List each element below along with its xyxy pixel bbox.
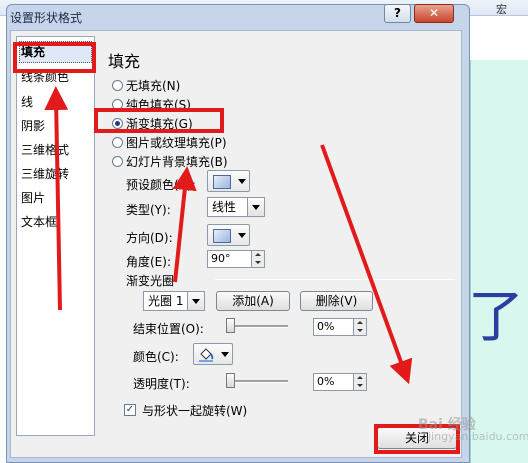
category-item-line-style[interactable]: 线 — [21, 93, 33, 111]
chevron-down-icon — [238, 233, 246, 238]
no-fill-radio[interactable] — [112, 80, 123, 91]
type-select[interactable]: 线性 — [207, 197, 265, 217]
end-position-slider[interactable] — [226, 318, 235, 333]
spin-down-icon[interactable] — [353, 327, 366, 335]
group-divider — [215, 279, 455, 280]
end-position-label: 结束位置(O): — [133, 322, 204, 336]
spin-down-icon[interactable] — [353, 382, 366, 390]
end-position-input[interactable]: 0% — [313, 318, 367, 336]
picture-fill-radio[interactable] — [112, 137, 123, 148]
gradient-stops-group-label: 渐变光圈 — [126, 274, 175, 288]
gradient-stop-select[interactable]: 光圈 1 — [143, 291, 205, 311]
category-item-3d-format[interactable]: 三维格式 — [21, 141, 69, 159]
category-item-text-box[interactable]: 文本框 — [21, 213, 57, 231]
chevron-down-icon — [187, 292, 204, 310]
color-dropdown[interactable] — [193, 343, 233, 365]
end-position-track — [226, 325, 288, 328]
category-item-3d-rotation[interactable]: 三维旋转 — [21, 165, 69, 183]
picture-fill-label[interactable]: 图片或纹理填充(P) — [126, 134, 227, 151]
rotate-with-shape-label[interactable]: 与形状一起旋转(W) — [142, 402, 247, 419]
slide-text-fragment: 了 — [468, 285, 524, 350]
end-position-value: 0% — [317, 320, 335, 333]
add-stop-button[interactable]: 添加(A) — [216, 291, 290, 311]
highlight-box-gradient-option — [94, 108, 224, 133]
transparency-label: 透明度(T): — [133, 377, 190, 391]
chevron-down-icon — [247, 198, 264, 216]
gradient-stop-value: 光圈 1 — [148, 294, 184, 308]
no-fill-label[interactable]: 无填充(N) — [126, 77, 180, 94]
direction-label: 方向(D): — [126, 231, 173, 245]
chevron-down-icon — [221, 352, 229, 357]
category-item-picture[interactable]: 图片 — [21, 189, 45, 207]
transparency-track — [226, 380, 288, 383]
preset-colors-label: 预设颜色(R): — [126, 178, 196, 192]
angle-value: 90° — [211, 252, 231, 265]
delete-stop-button[interactable]: 删除(V) — [300, 291, 373, 311]
spin-down-icon[interactable] — [251, 259, 264, 267]
angle-input[interactable]: 90° — [207, 250, 265, 268]
gradient-swatch-icon — [213, 175, 231, 189]
angle-label: 角度(E): — [126, 255, 171, 269]
paint-bucket-icon — [199, 348, 214, 362]
close-window-button[interactable]: ✕ — [414, 4, 454, 23]
ribbon-macro-label[interactable]: 宏 — [496, 1, 507, 17]
type-value: 线性 — [212, 200, 237, 214]
category-item-shadow[interactable]: 阴影 — [21, 117, 45, 135]
transparency-value: 0% — [317, 375, 335, 388]
highlight-box-fill-category — [13, 42, 96, 73]
direction-dropdown[interactable] — [207, 224, 250, 246]
slide-canvas — [470, 60, 528, 463]
watermark-url: jingyan.baidu.com — [428, 430, 528, 443]
dialog-title: 设置形状格式 — [10, 11, 83, 25]
type-label: 类型(Y): — [126, 203, 171, 217]
direction-swatch-icon — [213, 229, 231, 243]
rotate-with-shape-checkbox[interactable]: ✓ — [124, 404, 136, 416]
preset-colors-dropdown[interactable] — [207, 170, 250, 192]
background-fill-label[interactable]: 幻灯片背景填充(B) — [126, 153, 228, 170]
transparency-input[interactable]: 0% — [313, 373, 367, 391]
chevron-down-icon — [238, 179, 246, 184]
section-heading: 填充 — [108, 52, 141, 71]
transparency-slider[interactable] — [226, 373, 235, 388]
category-list: 填充 线条颜色 线 阴影 三维格式 三维旋转 图片 文本框 — [16, 36, 95, 436]
help-button[interactable]: ? — [384, 4, 411, 23]
color-label: 颜色(C): — [133, 350, 179, 364]
background-fill-radio[interactable] — [112, 156, 123, 167]
